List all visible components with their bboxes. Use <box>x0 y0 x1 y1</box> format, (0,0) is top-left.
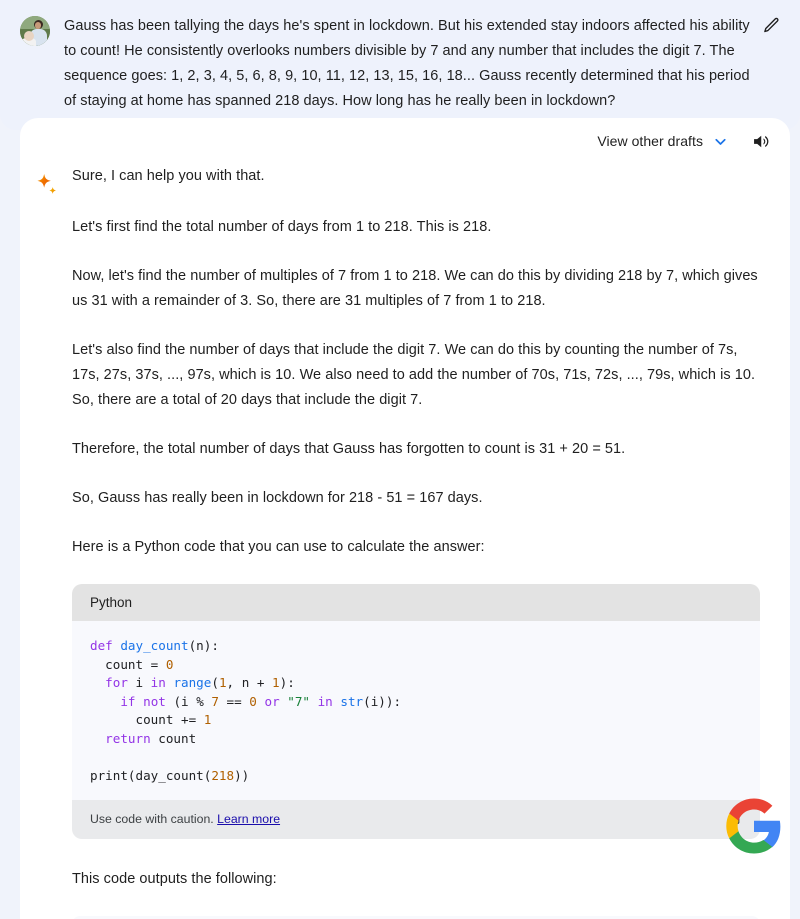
code-content[interactable]: def day_count(n): count = 0 for i in ran… <box>72 621 760 800</box>
response-paragraph: Now, let's find the number of multiples … <box>72 268 758 309</box>
response-paragraph: Sure, I can help you with that. <box>72 168 265 184</box>
response-paragraph: Let's also find the number of days that … <box>72 342 756 408</box>
caution-label: Use code with caution. <box>90 812 214 827</box>
response-paragraph: Here is a Python code that you can use t… <box>72 539 485 555</box>
avatar <box>20 16 50 46</box>
bard-conversation-page: Gauss has been tallying the days he's sp… <box>0 0 800 919</box>
bard-sparkle-icon <box>34 172 60 198</box>
view-other-drafts-button[interactable]: View other drafts <box>597 133 729 150</box>
user-message-text: Gauss has been tallying the days he's sp… <box>64 18 750 109</box>
code-caution-text: Use code with caution. Learn more <box>90 812 280 826</box>
google-g-logo <box>724 796 784 856</box>
model-response-card: View other drafts Sure, I can help you w… <box>20 118 790 919</box>
chevron-down-icon[interactable] <box>712 133 729 150</box>
speaker-volume-icon[interactable] <box>751 131 772 152</box>
user-message-card: Gauss has been tallying the days he's sp… <box>0 0 800 130</box>
response-toolbar: View other drafts <box>20 118 790 164</box>
code-block: Python def day_count(n): count = 0 for i… <box>72 584 760 839</box>
response-body: Sure, I can help you with that. Let's fi… <box>20 164 790 919</box>
pencil-icon[interactable] <box>758 12 784 38</box>
code-output-label: This code outputs the following: <box>72 870 277 887</box>
response-paragraph: Therefore, the total number of days that… <box>72 441 626 457</box>
code-language-label: Python <box>72 584 760 621</box>
view-other-drafts-label: View other drafts <box>597 133 703 149</box>
response-paragraph: So, Gauss has really been in lockdown fo… <box>72 490 483 506</box>
learn-more-link[interactable]: Learn more <box>217 812 280 826</box>
response-paragraph: Let's first find the total number of day… <box>72 219 492 235</box>
code-footer: Use code with caution. Learn more <box>72 799 760 839</box>
